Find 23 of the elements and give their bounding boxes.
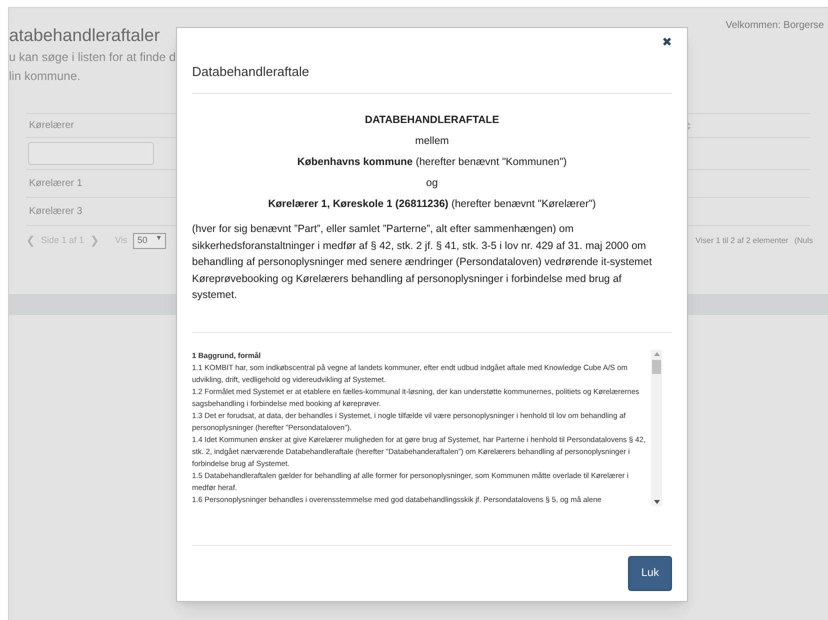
agreement-heading: og: [426, 176, 438, 191]
results-note: (Nuls: [794, 235, 813, 247]
agreement-heading: Københavns kommune (herefter benævnt "Kommunen"): [297, 155, 567, 170]
agreement-heading: DATABEHANDLERAFTALE: [364, 113, 500, 128]
table-cell-text: Kørelærer 3: [28, 205, 84, 219]
modal-title: Databehandleraftale: [192, 62, 310, 81]
intro-text: u kan søge i listen for at finde d: [9, 49, 176, 66]
agreement-heading: Kørelærer 1, Køreskole 1 (26811236) (herefter benævnt "Kørelærer"): [268, 197, 596, 212]
results-summary: Viser 1 til 2 af 2 elementer: [696, 235, 788, 247]
scroll-thumb[interactable]: [652, 360, 661, 374]
scroll-up-icon[interactable]: [654, 352, 660, 356]
column-header[interactable]: Kørelærer: [26, 118, 78, 133]
intro-text: lin kommune.: [9, 68, 82, 85]
table-cell-text: Kørelærer 1: [28, 177, 84, 191]
welcome-text: Velkommen: Borgerse: [726, 19, 824, 33]
scroll-down-icon[interactable]: [654, 500, 660, 504]
agreement-heading: mellem: [415, 134, 449, 149]
close-dialog-button[interactable]: Luk: [628, 556, 672, 591]
page-title: atabehandleraftaler: [9, 24, 161, 47]
filter-field[interactable]: [28, 142, 154, 165]
agreement-paragraph: (hver for sig benævnt ”Part”, eller samlet ”Parterne”, alt efter sammenhængen) om sikkerhedsforanstaltninger i medfør af § 42, stk. 2 jf. § 41, stk. 3-5 i lov nr. 429 af 31. maj 2000 om behandling af personoplysninger med senere ændringer (Persondataloven) vedrørende it-systemet Køreprøvebooking og Kørelærers behandling af personoplysninger i forbindelse med brug af systemet.: [192, 222, 653, 303]
scrollbar[interactable]: [651, 350, 662, 506]
close-button[interactable]: ✖: [662, 33, 672, 50]
